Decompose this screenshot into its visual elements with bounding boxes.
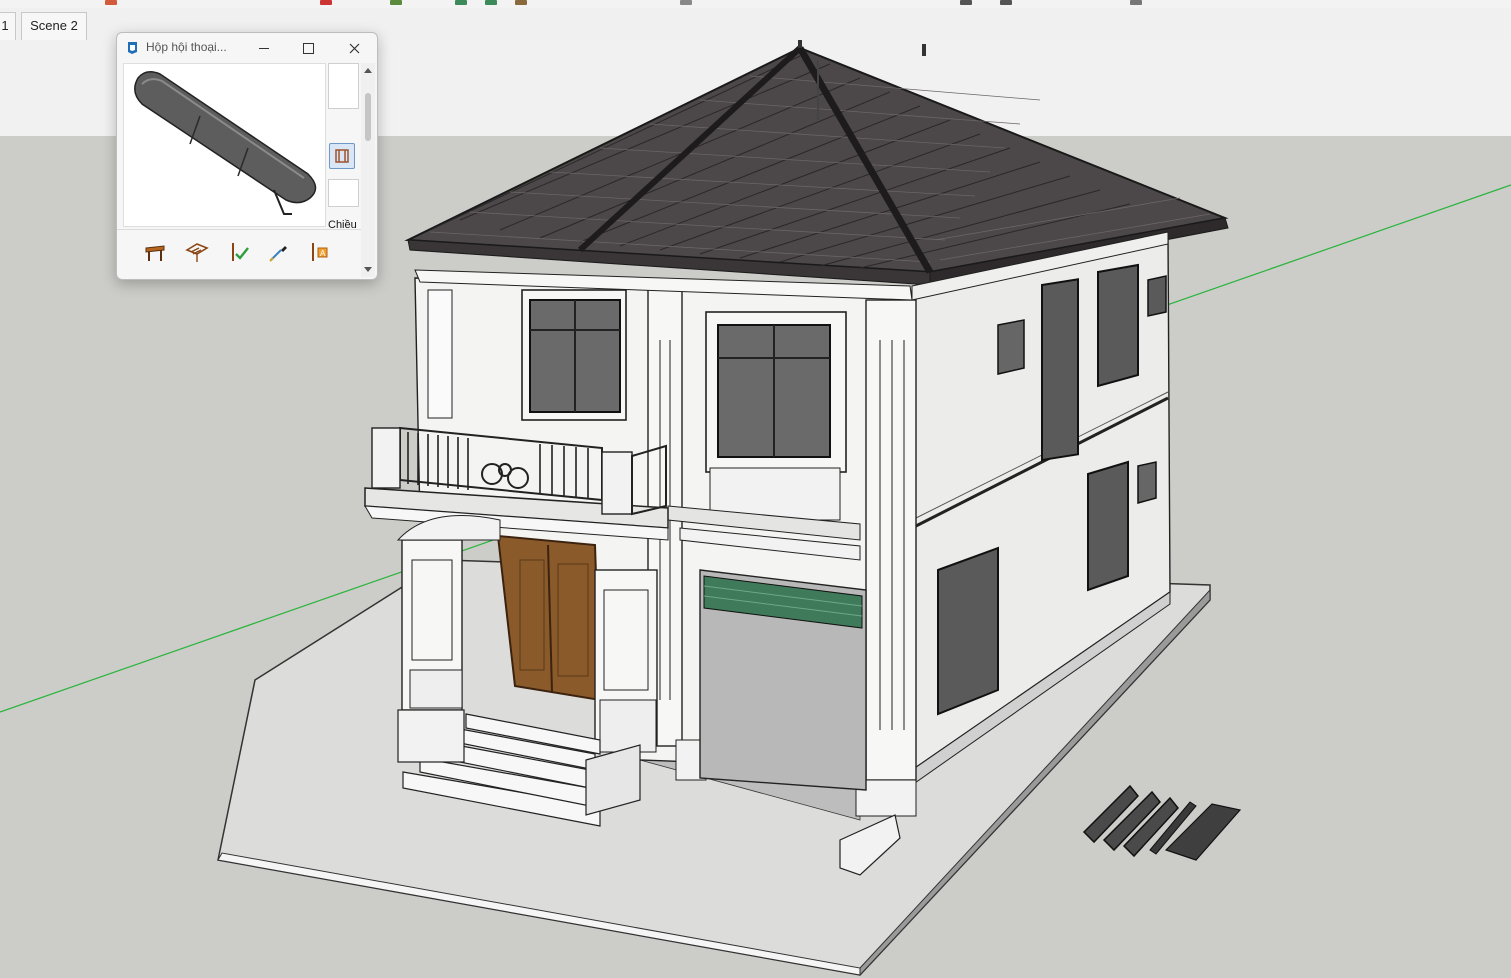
side-tool-selected[interactable] bbox=[329, 143, 355, 169]
minimize-icon bbox=[259, 47, 269, 49]
ridge-tile-component bbox=[134, 71, 317, 215]
maximize-icon bbox=[302, 42, 314, 54]
scroll-up-icon[interactable] bbox=[364, 68, 372, 73]
sketchup-icon bbox=[125, 40, 140, 55]
check-tool-button[interactable] bbox=[225, 238, 253, 266]
side-swatch[interactable] bbox=[328, 63, 359, 109]
component-dialog[interactable]: Hộp hội thoại... Chiều A bbox=[116, 32, 378, 280]
close-button[interactable] bbox=[339, 37, 369, 59]
eyedropper-icon bbox=[269, 246, 287, 262]
attribute-tool-icon: A bbox=[312, 243, 328, 261]
dialog-toolbar: A bbox=[117, 229, 361, 276]
attribute-tool-button[interactable]: A bbox=[305, 238, 333, 266]
tile-samples bbox=[1082, 784, 1242, 861]
ridge-tool-icon bbox=[145, 245, 165, 261]
dialog-scrollbar[interactable] bbox=[361, 63, 375, 277]
dialog-side-panel: Chiều bbox=[327, 63, 361, 231]
dimension-tool-icon bbox=[335, 149, 349, 163]
dialog-title-bar[interactable]: Hộp hội thoại... bbox=[117, 33, 377, 63]
scroll-thumb[interactable] bbox=[365, 93, 371, 141]
ridge-tool-button[interactable] bbox=[141, 238, 169, 266]
maximize-button[interactable] bbox=[293, 37, 323, 59]
dialog-title: Hộp hội thoại... bbox=[146, 40, 227, 54]
check-tool-icon bbox=[232, 243, 249, 261]
component-preview[interactable] bbox=[123, 63, 326, 227]
roof-frame-icon bbox=[185, 243, 209, 262]
close-icon bbox=[349, 43, 359, 53]
eyedropper-button[interactable] bbox=[265, 238, 293, 266]
minimize-button[interactable] bbox=[249, 37, 279, 59]
svg-text:A: A bbox=[320, 249, 326, 258]
side-swatch-2[interactable] bbox=[328, 179, 359, 207]
roof-frame-button[interactable] bbox=[183, 238, 211, 266]
scroll-down-icon[interactable] bbox=[364, 267, 372, 272]
